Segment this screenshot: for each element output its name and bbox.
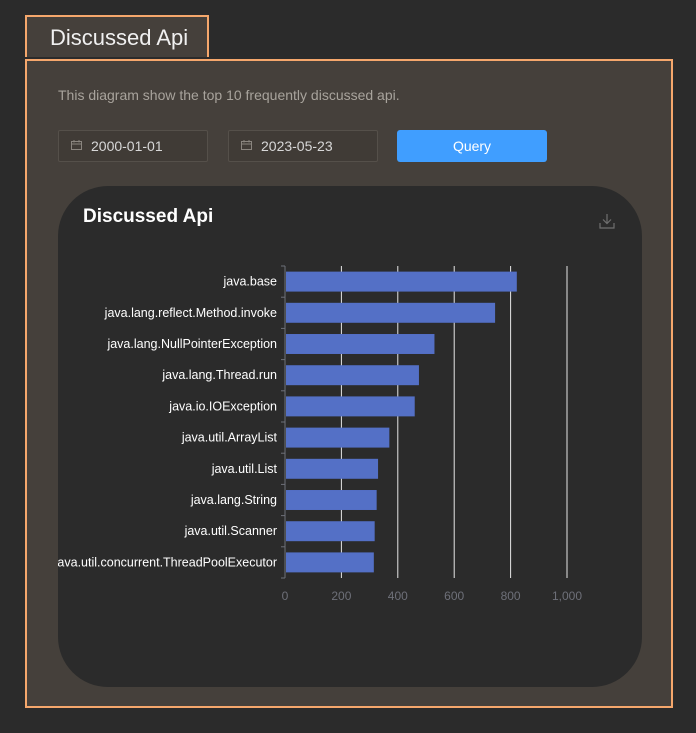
y-category-label: java.util.List [211, 462, 278, 476]
calendar-icon [241, 140, 252, 150]
end-date-input[interactable]: 2023-05-23 [228, 130, 378, 162]
bar [286, 521, 375, 542]
y-category-label: java.lang.String [190, 493, 277, 507]
query-button[interactable]: Query [397, 130, 547, 162]
bar [286, 365, 419, 386]
x-tick-label: 200 [331, 589, 351, 603]
y-category-label: java.base [222, 275, 277, 289]
bar [286, 490, 377, 510]
start-date-input[interactable]: 2000-01-01 [58, 130, 208, 162]
bar [286, 552, 374, 573]
y-category-label: java.util.ArrayList [181, 431, 278, 445]
bar [286, 271, 517, 292]
bar [286, 427, 390, 448]
start-date-value: 2000-01-01 [91, 138, 163, 154]
discussed-api-tab[interactable]: Discussed Api [25, 15, 209, 57]
x-tick-label: 400 [388, 589, 408, 603]
x-tick-label: 1,000 [552, 589, 582, 603]
y-category-label: java.lang.Thread.run [161, 368, 277, 382]
y-category-label: java.io.IOException [168, 399, 277, 413]
bar [286, 458, 379, 479]
bar [286, 302, 496, 323]
bar-chart: 0 200 400 600 800 1,000 java.base java.lang.ref… [58, 265, 582, 603]
calendar-icon [71, 140, 82, 150]
y-category-label: java.lang.NullPointerException [106, 337, 277, 351]
chart-card: Discussed Api 0 200 400 600 800 1,000 java.bas… [58, 186, 642, 687]
end-date-value: 2023-05-23 [261, 138, 333, 154]
y-category-label: java.util.Scanner [184, 524, 277, 538]
bar [286, 396, 415, 417]
tab-title: Discussed Api [50, 25, 189, 50]
bar [286, 334, 435, 354]
content-panel: This diagram show the top 10 frequently … [25, 59, 673, 708]
y-category-label: java.lang.reflect.Method.invoke [104, 306, 277, 320]
x-tick-label: 600 [444, 589, 464, 603]
x-tick-label: 800 [501, 589, 521, 603]
chart-description: This diagram show the top 10 frequently … [58, 87, 400, 103]
x-tick-label: 0 [282, 589, 289, 603]
y-category-label: java.util.concurrent.ThreadPoolExecutor [58, 555, 277, 569]
